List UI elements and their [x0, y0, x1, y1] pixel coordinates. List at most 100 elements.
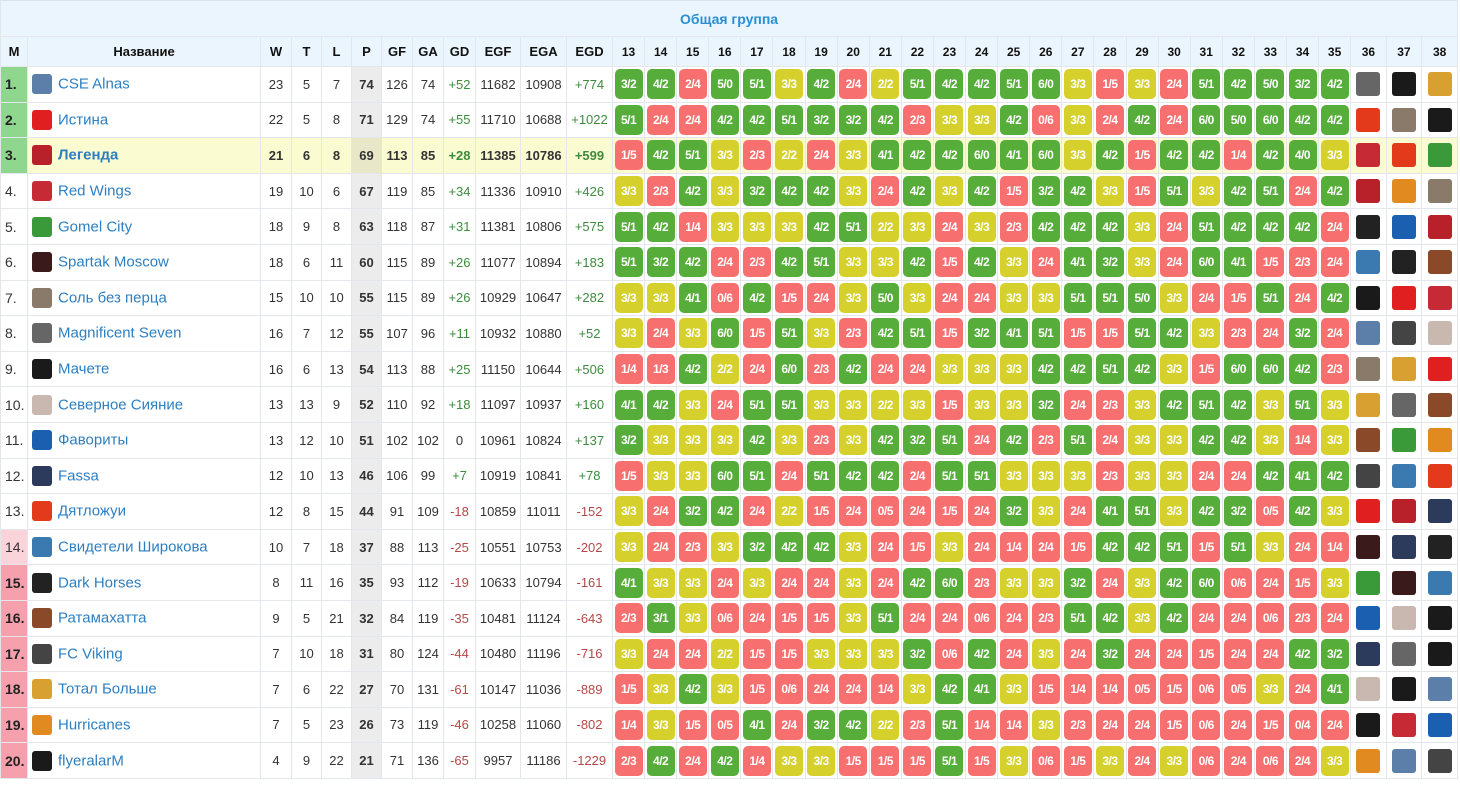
- match-result-badge[interactable]: 3/3: [807, 389, 836, 420]
- match-result-badge[interactable]: 4/2: [742, 425, 771, 456]
- match-result-badge[interactable]: 1/5: [775, 638, 804, 669]
- match-result-badge[interactable]: 2/4: [871, 354, 900, 385]
- match-result-badge[interactable]: 4/2: [1224, 425, 1253, 456]
- match-result-badge[interactable]: 4/2: [742, 282, 771, 313]
- match-result-badge[interactable]: 1/5: [614, 140, 643, 171]
- gomel-city-logo-icon[interactable]: [1356, 570, 1381, 595]
- dark-horses-logo-icon[interactable]: [1427, 535, 1452, 560]
- match-result-badge[interactable]: 5/1: [678, 140, 707, 171]
- magnificent-seven-logo-icon[interactable]: [1391, 641, 1416, 666]
- match-result-badge[interactable]: 3/3: [1320, 140, 1349, 171]
- match-result-badge[interactable]: 1/5: [935, 318, 964, 349]
- match-result-badge[interactable]: 2/4: [1288, 282, 1317, 313]
- match-result-badge[interactable]: 4/2: [935, 69, 964, 100]
- match-result-badge[interactable]: 4/2: [1224, 389, 1253, 420]
- col-header-p[interactable]: P: [351, 36, 382, 67]
- machete-logo-icon[interactable]: [1427, 107, 1452, 132]
- match-result-badge[interactable]: 1/5: [903, 532, 932, 563]
- match-result-badge[interactable]: 5/0: [1224, 104, 1253, 135]
- favority-logo-icon[interactable]: [1356, 606, 1381, 631]
- match-result-badge[interactable]: 3/3: [614, 318, 643, 349]
- match-result-badge[interactable]: 6/0: [1031, 69, 1060, 100]
- match-result-badge[interactable]: 3/3: [1128, 69, 1157, 100]
- match-result-badge[interactable]: 3/3: [1256, 674, 1285, 705]
- match-result-badge[interactable]: 5/0: [710, 69, 739, 100]
- match-result-badge[interactable]: 0/6: [1192, 709, 1221, 740]
- match-result-badge[interactable]: 1/5: [807, 603, 836, 634]
- match-result-badge[interactable]: 4/2: [807, 176, 836, 207]
- sol-bez-perca-logo-icon[interactable]: [1356, 357, 1381, 382]
- match-result-badge[interactable]: 2/4: [710, 389, 739, 420]
- match-result-badge[interactable]: 6/0: [1224, 354, 1253, 385]
- fassa-logo-icon[interactable]: [1427, 499, 1452, 524]
- match-result-badge[interactable]: 2/3: [967, 567, 996, 598]
- match-result-badge[interactable]: 3/3: [839, 425, 868, 456]
- team-link[interactable]: Свидетели Широкова: [58, 539, 208, 556]
- match-result-badge[interactable]: 2/4: [1095, 709, 1124, 740]
- match-result-badge[interactable]: 5/1: [935, 460, 964, 491]
- match-result-badge[interactable]: 6/0: [775, 354, 804, 385]
- spartak-moscow-logo-icon[interactable]: [1391, 570, 1416, 595]
- match-result-badge[interactable]: 3/3: [967, 211, 996, 242]
- match-result-badge[interactable]: 4/2: [999, 425, 1028, 456]
- match-result-badge[interactable]: 5/1: [775, 318, 804, 349]
- match-result-badge[interactable]: 3/2: [742, 176, 771, 207]
- severnoe-siyanie-logo-icon[interactable]: [1391, 606, 1416, 631]
- match-result-badge[interactable]: 4/2: [839, 709, 868, 740]
- match-result-badge[interactable]: 3/3: [710, 140, 739, 171]
- match-result-badge[interactable]: 1/5: [1095, 69, 1124, 100]
- match-result-badge[interactable]: 3/2: [1095, 638, 1124, 669]
- match-result-badge[interactable]: 4/0: [1288, 140, 1317, 171]
- match-result-badge[interactable]: 2/3: [614, 745, 643, 776]
- match-result-badge[interactable]: 5/1: [999, 69, 1028, 100]
- match-result-badge[interactable]: 3/3: [1063, 460, 1092, 491]
- match-result-badge[interactable]: 2/4: [935, 282, 964, 313]
- match-result-badge[interactable]: 4/2: [1128, 532, 1157, 563]
- machete-logo-icon[interactable]: [1391, 677, 1416, 702]
- match-result-badge[interactable]: 3/3: [1031, 709, 1060, 740]
- ratamahatta-logo-icon[interactable]: [1427, 392, 1452, 417]
- match-result-badge[interactable]: 3/3: [678, 460, 707, 491]
- match-result-badge[interactable]: 1/5: [1288, 567, 1317, 598]
- ratamahatta-logo-icon[interactable]: [1427, 250, 1452, 275]
- match-result-badge[interactable]: 3/3: [1128, 389, 1157, 420]
- match-result-badge[interactable]: 5/1: [967, 460, 996, 491]
- fassa-logo-icon[interactable]: [1391, 535, 1416, 560]
- match-result-badge[interactable]: 1/5: [742, 674, 771, 705]
- match-result-badge[interactable]: 1/5: [678, 709, 707, 740]
- match-result-badge[interactable]: 2/4: [807, 140, 836, 171]
- match-result-badge[interactable]: 2/4: [1031, 532, 1060, 563]
- match-result-badge[interactable]: 1/5: [935, 389, 964, 420]
- match-result-badge[interactable]: 2/2: [775, 140, 804, 171]
- match-result-badge[interactable]: 1/4: [967, 709, 996, 740]
- match-result-badge[interactable]: 4/2: [1256, 211, 1285, 242]
- match-result-badge[interactable]: 3/2: [742, 532, 771, 563]
- match-result-badge[interactable]: 5/1: [775, 104, 804, 135]
- match-result-badge[interactable]: 3/3: [710, 532, 739, 563]
- match-result-badge[interactable]: 3/3: [775, 211, 804, 242]
- match-result-badge[interactable]: 6/0: [1192, 567, 1221, 598]
- match-result-badge[interactable]: 4/2: [1288, 638, 1317, 669]
- match-result-badge[interactable]: 5/1: [1160, 532, 1189, 563]
- match-result-badge[interactable]: 3/2: [1224, 496, 1253, 527]
- match-result-badge[interactable]: 3/2: [678, 496, 707, 527]
- match-result-badge[interactable]: 3/3: [1256, 425, 1285, 456]
- match-result-badge[interactable]: 4/2: [710, 496, 739, 527]
- sol-bez-perca-logo-icon[interactable]: [1391, 107, 1416, 132]
- match-result-badge[interactable]: 3/3: [646, 674, 675, 705]
- match-result-badge[interactable]: 2/4: [1160, 69, 1189, 100]
- match-result-badge[interactable]: 1/5: [1063, 532, 1092, 563]
- match-result-badge[interactable]: 0/6: [1031, 104, 1060, 135]
- match-result-badge[interactable]: 3/3: [1128, 460, 1157, 491]
- match-result-badge[interactable]: 1/4: [1095, 674, 1124, 705]
- match-result-badge[interactable]: 0/6: [710, 603, 739, 634]
- match-result-badge[interactable]: 6/0: [710, 460, 739, 491]
- match-result-badge[interactable]: 5/1: [1063, 282, 1092, 313]
- match-result-badge[interactable]: 3/3: [807, 318, 836, 349]
- match-result-badge[interactable]: 0/5: [1224, 674, 1253, 705]
- match-result-badge[interactable]: 6/0: [1256, 104, 1285, 135]
- match-result-badge[interactable]: 0/6: [1256, 745, 1285, 776]
- match-result-badge[interactable]: 2/4: [999, 638, 1028, 669]
- match-result-badge[interactable]: 4/2: [1320, 69, 1349, 100]
- team-link[interactable]: Мачете: [58, 361, 109, 378]
